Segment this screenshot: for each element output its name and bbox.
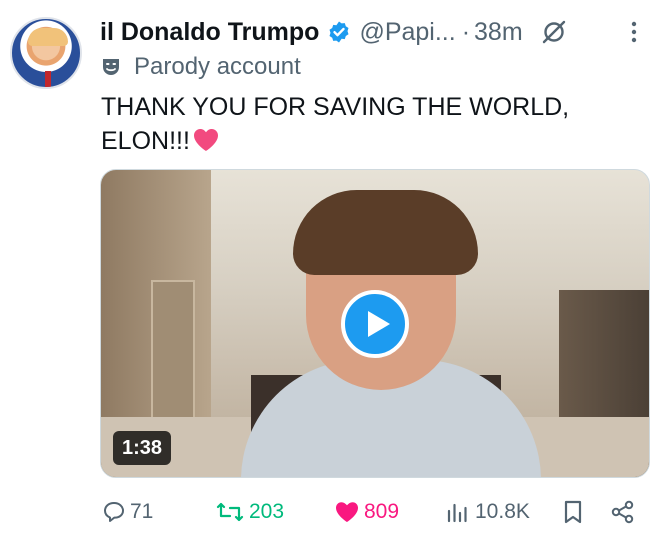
reply-button[interactable]: 71 bbox=[102, 492, 153, 532]
parody-mask-icon bbox=[103, 59, 119, 75]
repost-count: 203 bbox=[249, 500, 285, 523]
heart-emoji-icon bbox=[192, 127, 220, 153]
tweet-text-line2: ELON!!! bbox=[101, 127, 190, 155]
views-icon bbox=[447, 503, 467, 523]
tweet[interactable]: il Donaldo Trumpo @Papi... · 38m Parody … bbox=[0, 0, 672, 553]
tweet-header: il Donaldo Trumpo @Papi... · 38m bbox=[100, 14, 660, 50]
author-name[interactable]: il Donaldo Trumpo bbox=[100, 18, 319, 47]
bookmark-button[interactable] bbox=[562, 492, 588, 532]
like-count: 809 bbox=[364, 500, 400, 523]
play-button[interactable] bbox=[341, 290, 409, 358]
action-bar: 71 203 809 10.8K bbox=[100, 492, 650, 532]
video-person-hair bbox=[293, 190, 478, 275]
video-player[interactable]: 1:38 bbox=[100, 169, 650, 478]
more-icon[interactable] bbox=[624, 18, 644, 46]
share-icon bbox=[611, 500, 634, 524]
like-button[interactable]: 809 bbox=[334, 492, 399, 532]
tweet-text-line1: THANK YOU FOR SAVING THE WORLD, bbox=[101, 93, 570, 121]
views-count: 10.8K bbox=[475, 500, 530, 523]
avatar-tie bbox=[45, 71, 51, 87]
grok-icon[interactable] bbox=[541, 19, 567, 45]
post-time[interactable]: 38m bbox=[474, 18, 523, 47]
views-button[interactable]: 10.8K bbox=[445, 492, 530, 532]
like-icon bbox=[336, 502, 358, 522]
bookmark-icon bbox=[564, 500, 582, 524]
repost-icon bbox=[216, 502, 244, 522]
author-handle[interactable]: @Papi... bbox=[359, 18, 455, 47]
tweet-text: THANK YOU FOR SAVING THE WORLD, ELON!!! bbox=[101, 90, 621, 158]
play-icon bbox=[368, 311, 390, 337]
avatar-hair bbox=[28, 28, 68, 46]
share-button[interactable] bbox=[610, 492, 640, 532]
separator-dot: · bbox=[461, 17, 471, 46]
avatar[interactable] bbox=[10, 17, 82, 89]
parody-label-text: Parody account bbox=[134, 53, 301, 80]
parody-label: Parody account bbox=[100, 51, 301, 83]
repost-button[interactable]: 203 bbox=[215, 492, 284, 532]
video-duration: 1:38 bbox=[113, 431, 172, 465]
verified-badge-icon bbox=[327, 20, 351, 44]
reply-count: 71 bbox=[130, 500, 154, 523]
reply-icon bbox=[104, 502, 124, 522]
